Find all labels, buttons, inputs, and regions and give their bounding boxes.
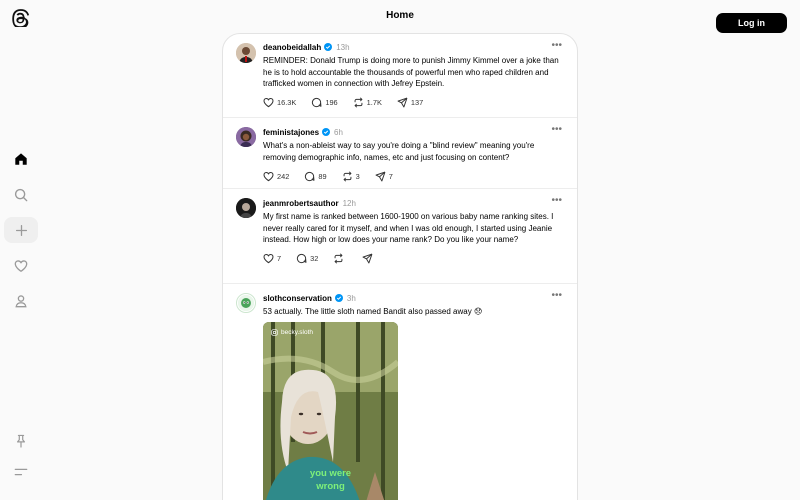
pin-icon[interactable] bbox=[4, 428, 38, 454]
video-caption: you were bbox=[309, 467, 352, 479]
avatar[interactable] bbox=[236, 198, 256, 218]
post-username[interactable]: feministajones bbox=[263, 128, 319, 137]
more-options-icon[interactable]: ••• bbox=[551, 290, 562, 301]
post-text: REMINDER: Donald Trump is doing more to … bbox=[263, 56, 559, 89]
search-icon[interactable] bbox=[4, 182, 38, 208]
post-card[interactable]: deanobeidallah 13h ••• REMINDER: Donald … bbox=[223, 34, 577, 118]
menu-icon[interactable] bbox=[4, 459, 38, 485]
like-count: 16.3K bbox=[277, 98, 297, 108]
post-timestamp: 6h bbox=[334, 127, 343, 137]
post-card[interactable]: feministajones 6h ••• What's a non-ablei… bbox=[223, 118, 577, 189]
repost-count: 1.7K bbox=[366, 98, 382, 108]
video-tag-label: becky.sloth bbox=[281, 328, 314, 336]
avatar[interactable] bbox=[236, 293, 256, 313]
left-rail bbox=[0, 0, 42, 500]
post-actions: 7 32 bbox=[263, 253, 563, 265]
more-options-icon[interactable]: ••• bbox=[551, 195, 562, 206]
like-count: 242 bbox=[277, 171, 290, 181]
heart-icon bbox=[263, 171, 274, 181]
post-username[interactable]: jeanmrobertsauthor bbox=[263, 199, 339, 208]
create-icon[interactable] bbox=[4, 217, 38, 243]
reply-button[interactable]: 89 bbox=[304, 171, 327, 182]
video-caption: wrong bbox=[316, 480, 345, 492]
share-count: 7 bbox=[388, 171, 393, 181]
share-button[interactable]: 7 bbox=[375, 171, 393, 182]
reply-count: 196 bbox=[325, 98, 338, 108]
send-icon bbox=[397, 97, 408, 108]
comment-icon bbox=[305, 171, 315, 181]
instagram-icon bbox=[271, 328, 278, 336]
repost-icon bbox=[354, 97, 363, 108]
post-timestamp: 3h bbox=[346, 293, 356, 303]
post-card[interactable]: jeanmrobertsauthor 12h ••• My first name… bbox=[223, 189, 577, 284]
like-count: 7 bbox=[277, 254, 282, 264]
avatar[interactable] bbox=[236, 127, 256, 147]
verified-badge-icon bbox=[334, 294, 343, 302]
reply-button[interactable]: 196 bbox=[311, 97, 338, 108]
like-button[interactable]: 7 bbox=[263, 253, 281, 264]
heart-icon[interactable] bbox=[4, 253, 38, 279]
post-timestamp: 13h bbox=[336, 42, 350, 52]
repost-count: 3 bbox=[355, 171, 360, 181]
share-count: 137 bbox=[410, 98, 424, 108]
post-actions: 242 89 3 7 bbox=[263, 170, 563, 182]
profile-icon[interactable] bbox=[4, 288, 38, 314]
heart-icon bbox=[263, 98, 274, 108]
heart-icon bbox=[263, 254, 274, 264]
send-icon bbox=[375, 171, 386, 182]
like-button[interactable]: 16.3K bbox=[263, 97, 296, 108]
more-options-icon[interactable]: ••• bbox=[551, 40, 562, 51]
login-button[interactable]: Log in bbox=[716, 13, 787, 33]
like-button[interactable]: 242 bbox=[263, 171, 289, 182]
post-text: 53 actually. The little sloth named Band… bbox=[263, 307, 483, 316]
more-options-icon[interactable]: ••• bbox=[551, 124, 562, 135]
post-username[interactable]: slothconservation bbox=[263, 294, 332, 303]
comment-icon bbox=[297, 254, 307, 264]
video-source-tag: becky.sloth bbox=[271, 329, 313, 336]
home-icon[interactable] bbox=[4, 146, 38, 172]
reply-button[interactable]: 32 bbox=[296, 253, 318, 264]
threads-app: Home Log in deanobeidallah 13h ••• REMIN… bbox=[0, 0, 800, 500]
post-username[interactable]: deanobeidallah bbox=[263, 43, 321, 52]
repost-icon bbox=[334, 253, 343, 264]
post-card[interactable]: slothconservation 3h ••• 53 actually. Th… bbox=[223, 284, 577, 500]
repost-button[interactable]: 1.7K bbox=[353, 97, 382, 108]
avatar[interactable] bbox=[236, 43, 256, 63]
post-text: What's a non-ableist way to say you're d… bbox=[263, 141, 535, 162]
share-button[interactable] bbox=[362, 253, 376, 264]
share-button[interactable]: 137 bbox=[397, 97, 423, 108]
send-icon bbox=[362, 253, 373, 264]
reply-count: 32 bbox=[310, 254, 319, 264]
page-title: Home bbox=[386, 10, 414, 21]
comment-icon bbox=[312, 98, 322, 108]
repost-button[interactable]: 3 bbox=[342, 171, 360, 182]
post-actions: 16.3K 196 1.7K 137 bbox=[263, 97, 563, 109]
post-timestamp: 12h bbox=[342, 198, 356, 208]
repost-button[interactable] bbox=[333, 253, 347, 264]
repost-icon bbox=[343, 171, 351, 182]
feed: deanobeidallah 13h ••• REMINDER: Donald … bbox=[222, 33, 578, 500]
reply-count: 89 bbox=[318, 171, 327, 181]
post-video[interactable]: becky.sloth you were wrong bbox=[263, 321, 398, 500]
verified-badge-icon bbox=[322, 128, 331, 136]
post-text: My first name is ranked between 1600-190… bbox=[263, 212, 554, 245]
verified-badge-icon bbox=[324, 43, 333, 51]
